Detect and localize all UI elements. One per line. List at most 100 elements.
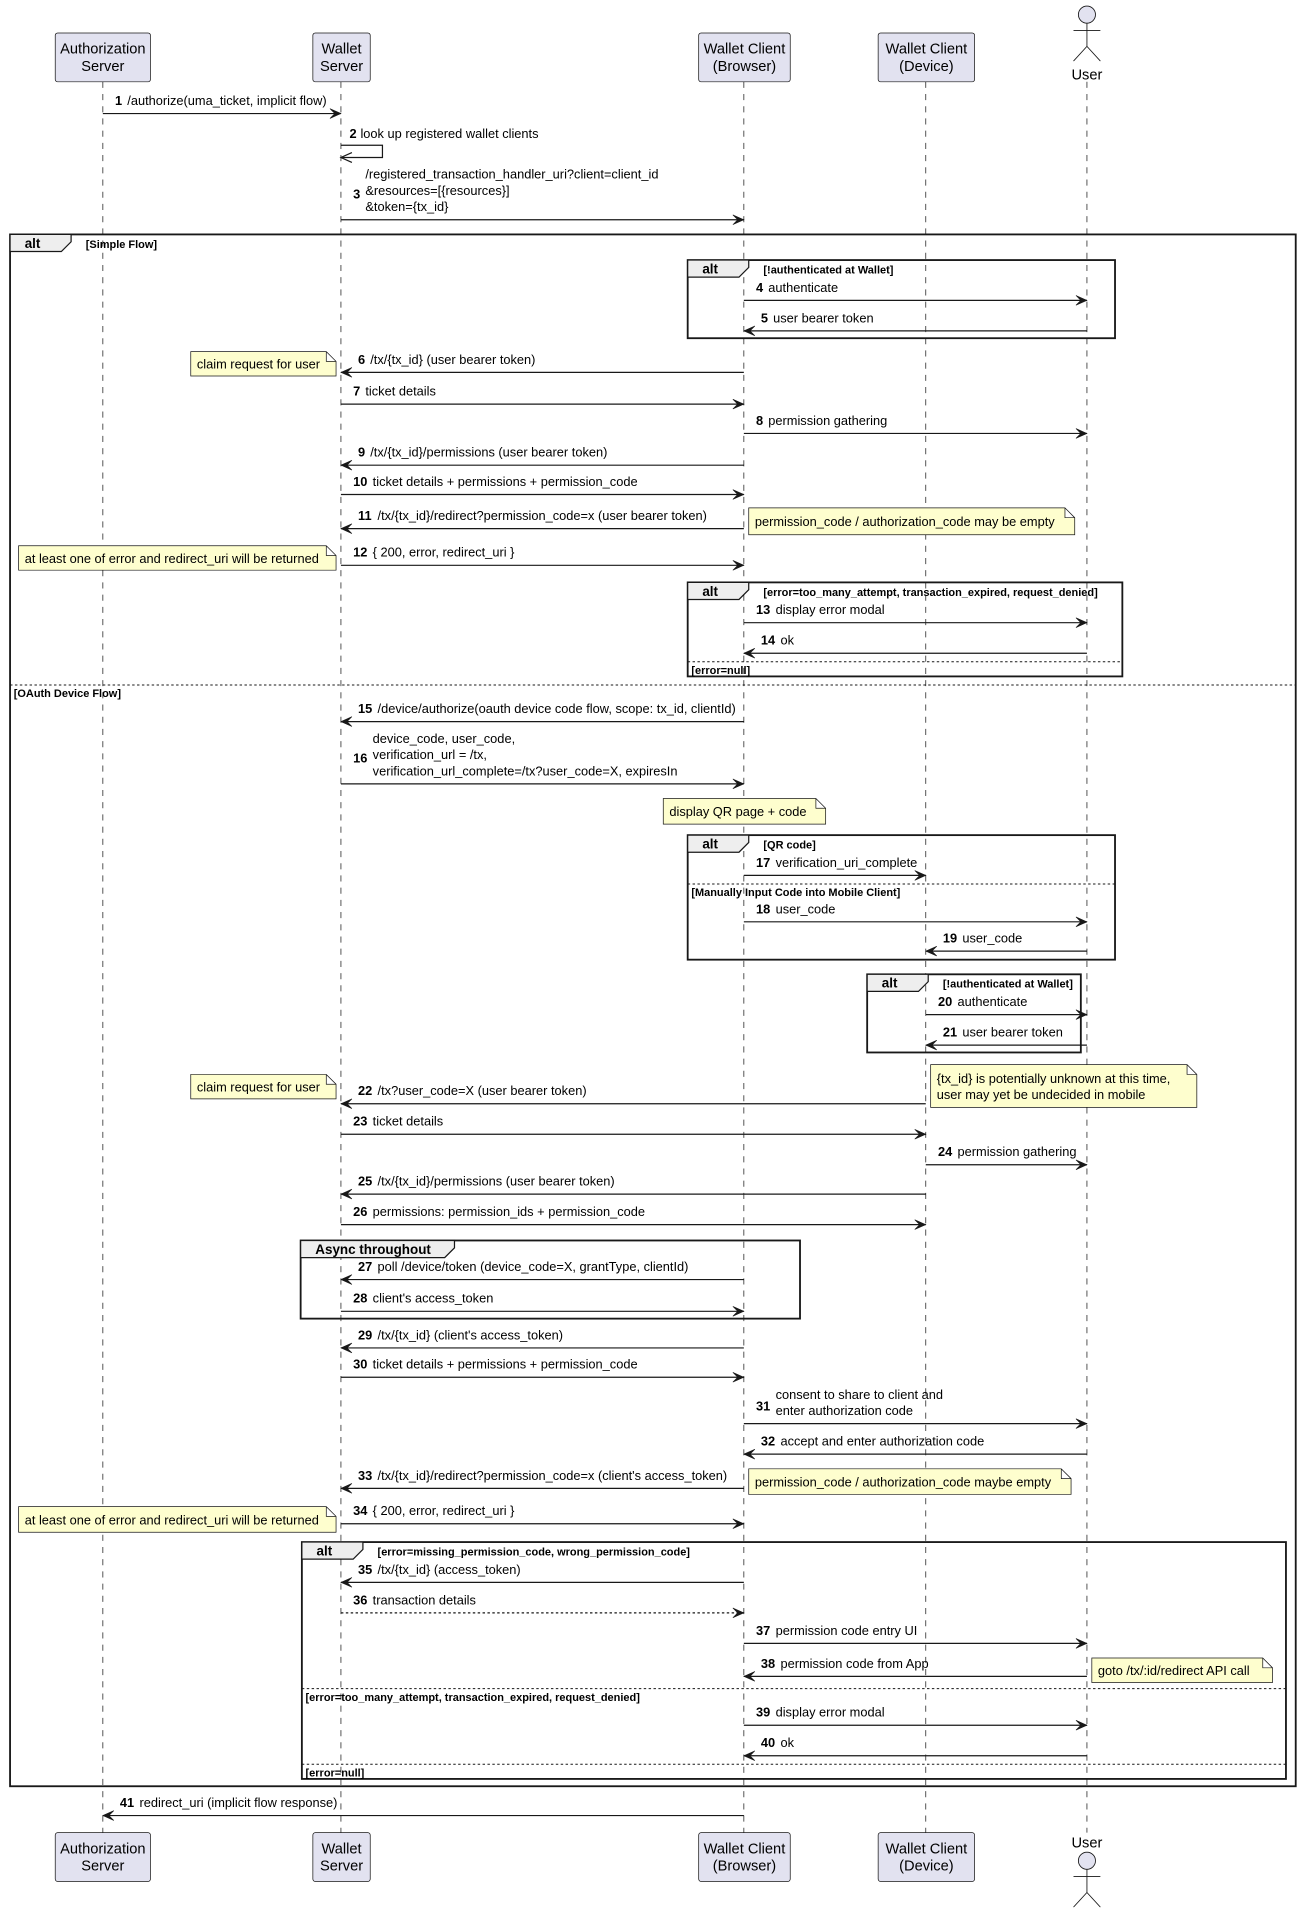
frame-guard: [error=missing_permission_code, wrong_pe… [378,1546,691,1558]
participant-as-top: AuthorizationServer [54,32,151,83]
frame-guard: [!authenticated at Wallet] [763,264,893,276]
participant-wcb-bottom: Wallet Client(Browser) [698,1832,791,1882]
message-number: 17 [756,855,770,870]
message-32: 32 accept and enter authorization code [743,1434,1087,1460]
message-number: 24 [938,1144,953,1159]
message-36: 36 transaction details [340,1592,745,1619]
message-number: 18 [756,901,770,916]
frame-section-guard: [Manually Input Code into Mobile Client] [691,887,900,899]
message-label: /tx/{tx_id}/permissions (user bearer tok… [370,445,607,460]
message-label: permission gathering [768,413,887,428]
frame-keyword: alt [702,584,718,599]
message-label: display error modal [776,1705,885,1720]
message-label: verification_url = /tx, [373,747,487,762]
note: display QR page + code [662,798,827,825]
frame-header [9,233,72,253]
note-text: permission_code / authorization_code may… [755,1475,1052,1490]
message-30: 30 ticket details + permissions + permiss… [340,1357,745,1383]
message-label: ticket details + permissions + permissio… [373,1357,638,1372]
frame-guard: [!authenticated at Wallet] [943,979,1073,991]
message-number: 3 [353,187,360,202]
message-label: &resources=[{resources}] [365,183,509,198]
message-number: 6 [358,352,365,367]
message-15: 15/device/authorize(oauth device code fl… [340,701,744,727]
frame-alt-3: alt [QR code] [Manually Input Code into Mo… [686,834,1116,961]
note-text: at least one of error and redirect_uri w… [25,551,319,566]
frame-header [687,259,750,278]
message-number: 15 [358,701,372,716]
participant-wcb-top: Wallet Client(Browser) [698,32,791,83]
participant-label: Wallet Client [886,42,968,58]
message-number: 9 [358,445,365,460]
participant-label: Server [320,59,363,75]
message-13: 13 display error modal [743,602,1088,628]
note: {tx_id} is potentially unknown at this t… [930,1064,1198,1108]
message-1: 1/authorize(uma_ticket, implicit flow) [102,93,342,119]
message-33: 33/tx/{tx_id}/redirect?permission_code=x… [340,1468,744,1494]
message-number: 22 [358,1083,372,1098]
self-arrow [340,144,384,159]
participant-label: Authorization [60,42,145,58]
message-19: 19 user_code [925,931,1087,957]
message-label: ticket details + permissions + permissio… [373,474,638,489]
message-number: 11 [358,508,372,523]
message-label: /tx/{tx_id} (access_token) [378,1562,521,1577]
message-3: 3/registered_transaction_handler_uri?cli… [340,167,745,225]
message-number: 35 [358,1562,372,1577]
participant-label: (Device) [899,1858,954,1874]
participant-label: Authorization [60,1841,145,1857]
sequence-diagram: AuthorizationServerAuthorizationServerWa… [9,5,1297,1908]
message-label: /registered_transaction_handler_uri?clie… [365,167,658,182]
actor-icon [1073,5,1101,62]
message-number: 29 [358,1327,372,1342]
message-label: verification_uri_complete [776,855,918,870]
note: at least one of error and redirect_uri w… [18,1506,337,1533]
message-number: 28 [353,1291,367,1306]
arrowhead-icon [732,1607,745,1619]
message-26: 26 permissions: permission_ids + permissi… [340,1204,927,1230]
message-40: 40 ok [743,1735,1087,1761]
note-text: {tx_id} is potentially unknown at this t… [937,1071,1171,1086]
note: at least one of error and redirect_uri w… [18,545,337,571]
message-label: /tx?user_code=X (user bearer token) [378,1083,587,1098]
frame-guard: [error=too_many_attempt, transaction_exp… [763,587,1098,599]
frame-guard: [Simple Flow] [86,239,158,251]
frame-guard: [QR code] [763,840,816,852]
message-number: 38 [761,1656,775,1671]
message-number: 12 [353,545,367,560]
participant-label: Server [81,1858,124,1874]
participant-label: User [1071,67,1102,83]
participant-label: Wallet Client [704,1841,786,1857]
message-number: 34 [353,1503,368,1518]
frame-header [301,1541,364,1560]
message-label: ticket details [373,1114,444,1129]
participant-label: Server [81,59,124,75]
message-label: user bearer token [962,1025,1062,1040]
message-29: 29/tx/{tx_id} (client's access_token) [340,1327,744,1354]
message-label: &token={tx_id} [365,199,449,214]
participant-label: (Device) [899,59,954,75]
frame-section-guard: [error=null] [691,665,750,677]
frame-keyword: Async throughout [315,1242,431,1257]
participant-ws-top: WalletServer [312,32,371,83]
frame-header [687,581,750,601]
frame-keyword: alt [882,976,898,991]
actor-icon [1073,1851,1101,1908]
message-12: 12 { 200, error, redirect_uri } [340,545,745,571]
message-number: 41 [120,1795,134,1810]
message-number: 14 [761,633,776,648]
participant-user-top: User [1071,5,1103,83]
message-7: 7 ticket details [340,384,745,410]
message-14: 14 ok [743,633,1087,659]
message-31: 31 consent to share to client and enter a… [743,1387,1088,1429]
message-label: user_code [962,931,1022,946]
participant-as-bottom: AuthorizationServer [54,1832,151,1882]
message-number: 32 [761,1434,775,1449]
message-9: 9/tx/{tx_id}/permissions (user bearer to… [340,445,744,471]
frame-keyword: alt [702,837,718,852]
message-label: ticket details [365,384,436,399]
message-number: 33 [358,1468,372,1483]
message-label: permission gathering [958,1144,1077,1159]
participant-label: Server [320,1858,363,1874]
message-label: authenticate [958,994,1028,1009]
